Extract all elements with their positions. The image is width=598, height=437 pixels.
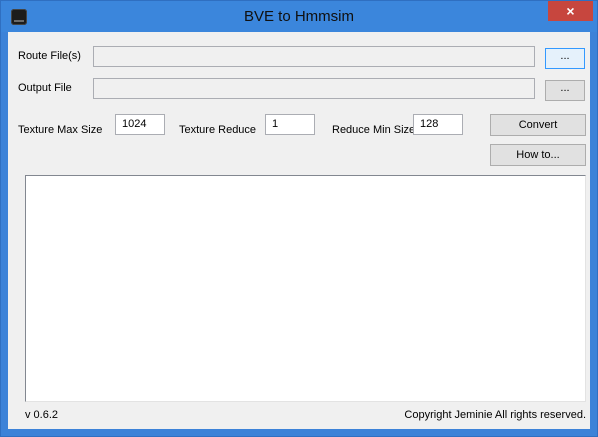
reduce-min-size-input[interactable]: 128 bbox=[413, 114, 463, 135]
reduce-min-size-label: Reduce Min Size bbox=[332, 124, 416, 136]
route-files-field[interactable] bbox=[93, 46, 535, 67]
route-browse-button[interactable]: ... bbox=[545, 48, 585, 69]
output-browse-button[interactable]: ... bbox=[545, 80, 585, 101]
copyright-label: Copyright Jeminie All rights reserved. bbox=[404, 409, 586, 421]
output-file-label: Output File bbox=[18, 82, 72, 94]
convert-button[interactable]: Convert bbox=[490, 114, 586, 136]
log-textarea[interactable] bbox=[25, 175, 586, 402]
title-bar[interactable]: BVE to Hmmsim × bbox=[1, 1, 597, 32]
texture-reduce-input[interactable]: 1 bbox=[265, 114, 315, 135]
app-window: BVE to Hmmsim × Route File(s) ... Output… bbox=[0, 0, 598, 437]
texture-max-size-input[interactable]: 1024 bbox=[115, 114, 165, 135]
how-to-button[interactable]: How to... bbox=[490, 144, 586, 166]
close-button[interactable]: × bbox=[548, 1, 593, 21]
route-files-label: Route File(s) bbox=[18, 50, 81, 62]
texture-reduce-label: Texture Reduce bbox=[179, 124, 257, 136]
output-file-field[interactable] bbox=[93, 78, 535, 99]
client-area: Route File(s) ... Output File ... Textur… bbox=[8, 32, 590, 429]
texture-max-size-label: Texture Max Size bbox=[18, 124, 103, 136]
version-label: v 0.6.2 bbox=[25, 409, 59, 421]
window-title: BVE to Hmmsim bbox=[243, 8, 354, 25]
